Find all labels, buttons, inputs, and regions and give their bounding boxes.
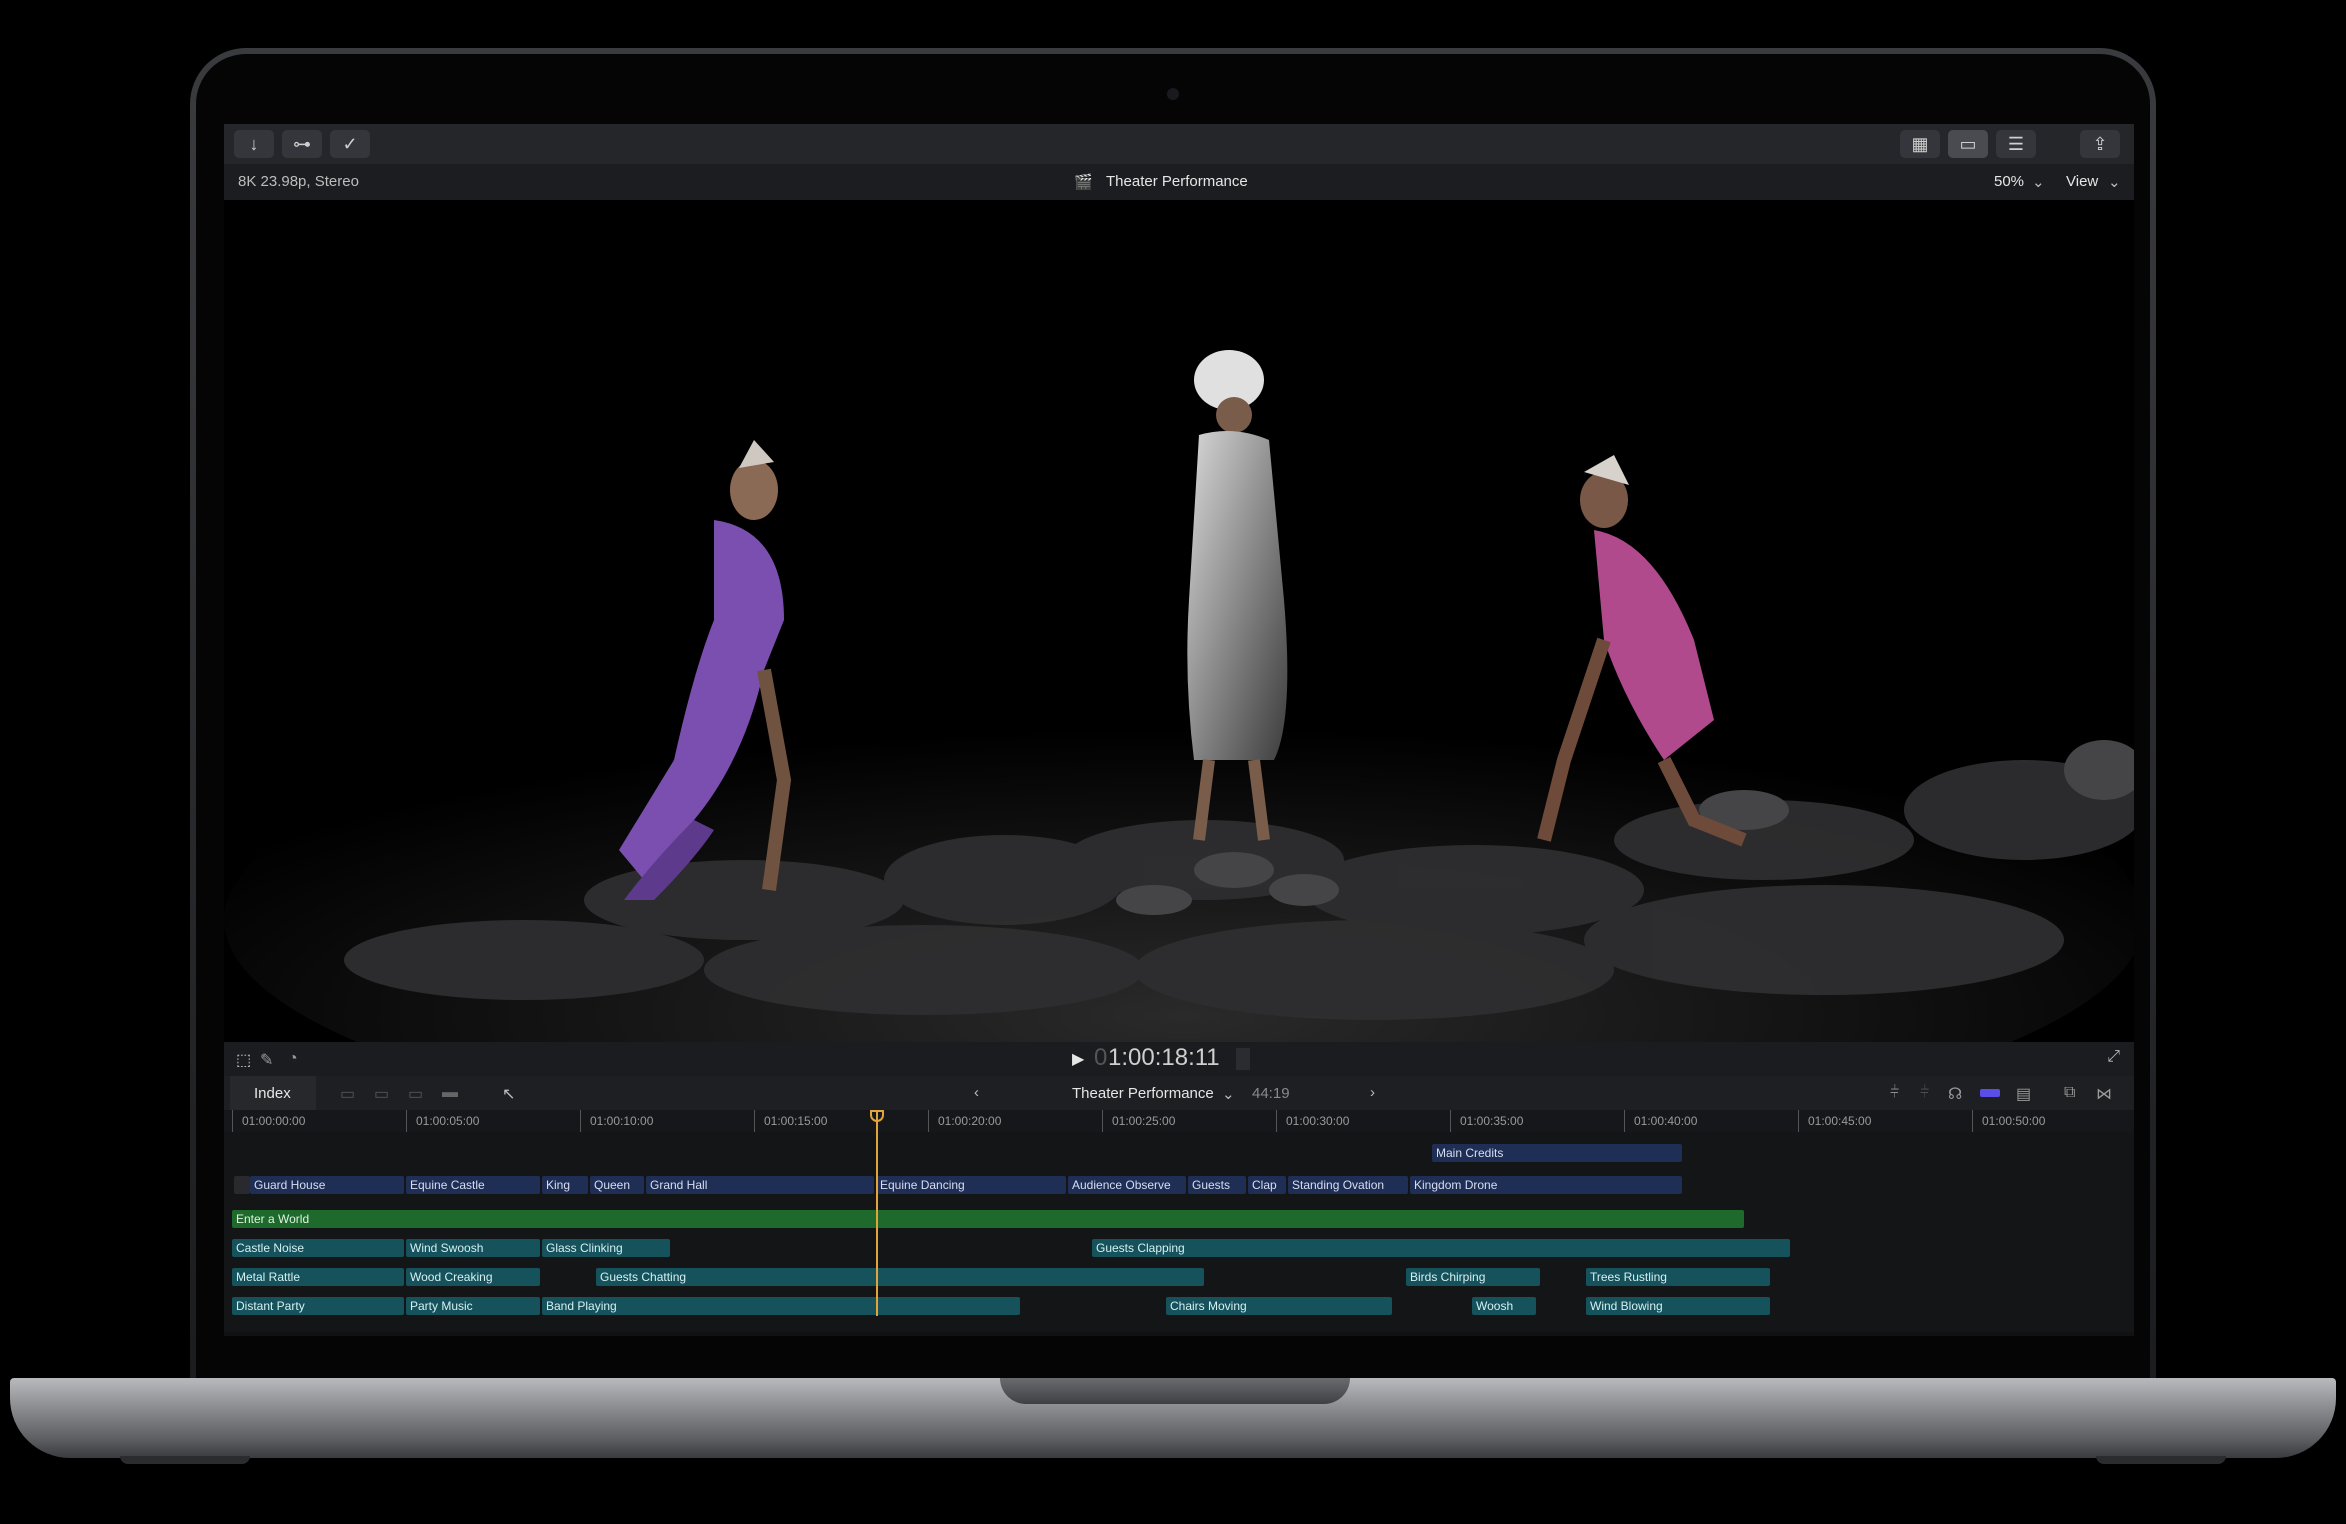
ruler-label: 01:00:20:00 [938, 1114, 1002, 1128]
chevron-down-icon: ⌄ [1222, 1086, 1235, 1103]
audio-skimming-icon[interactable]: ⫩ [1920, 1084, 1929, 1102]
snapping-icon[interactable] [1980, 1089, 2000, 1097]
final-cut-window: ↓ ⊶ ✓ ▦ ▭ ☰ ⇪ 8K 23.98p, Stereo 🎬 Theate… [224, 124, 2134, 1336]
audio-clip[interactable]: Distant Party [232, 1297, 404, 1315]
ruler-label: 01:00:10:00 [590, 1114, 654, 1128]
timeline-icon[interactable]: ▭ [1948, 130, 1988, 158]
forward-arrow-icon[interactable]: › [1370, 1084, 1375, 1101]
audio-clip[interactable]: Chairs Moving [1166, 1297, 1392, 1315]
timecode-prefix: 0 [1094, 1044, 1108, 1071]
ruler-label: 01:00:45:00 [1808, 1114, 1872, 1128]
back-arrow-icon[interactable]: ‹ [974, 1084, 979, 1101]
ruler-label: 01:00:40:00 [1634, 1114, 1698, 1128]
viewer-header: 8K 23.98p, Stereo 🎬 Theater Performance … [224, 164, 2134, 200]
video-clip-thumb[interactable] [234, 1176, 250, 1194]
video-viewer[interactable] [224, 200, 2134, 1042]
video-clip[interactable]: Guests [1188, 1176, 1246, 1194]
play-icon[interactable]: ▶ [1072, 1049, 1084, 1069]
browser-grid-icon[interactable]: ▦ [1900, 130, 1940, 158]
background-tasks-icon[interactable]: ✓ [330, 130, 370, 158]
retime-icon[interactable]: ◔ [288, 1050, 298, 1068]
share-icon[interactable]: ⇪ [2080, 130, 2120, 158]
append-clip-icon[interactable]: ▭ [408, 1084, 423, 1104]
timeline-tracks[interactable]: Main Credits Guard House Equine Castle K… [224, 1132, 2134, 1332]
audio-clip[interactable]: Wood Creaking [406, 1268, 540, 1286]
title-clip[interactable]: Main Credits [1432, 1144, 1682, 1162]
zoom-menu[interactable]: 50% [1994, 173, 2024, 190]
video-clip[interactable]: King [542, 1176, 588, 1194]
audio-clip[interactable]: Party Music [406, 1297, 540, 1315]
laptop-lid: ↓ ⊶ ✓ ▦ ▭ ☰ ⇪ 8K 23.98p, Stereo 🎬 Theate… [190, 48, 2156, 1388]
import-icon[interactable]: ↓ [234, 130, 274, 158]
ruler-label: 01:00:25:00 [1112, 1114, 1176, 1128]
timeline-toolbar: Index ▭ ▭ ▭ ▬ ↖ ‹ Theater Performance ⌄ … [224, 1076, 2134, 1110]
select-tool-icon[interactable]: ↖ [502, 1084, 515, 1104]
screen-bezel: ↓ ⊶ ✓ ▦ ▭ ☰ ⇪ 8K 23.98p, Stereo 🎬 Theate… [196, 54, 2150, 1388]
skimming-icon[interactable]: ⫩ [1890, 1084, 1899, 1102]
video-clip[interactable]: Audience Observe [1068, 1176, 1186, 1194]
timecode-display: 1:00:18:11 [1108, 1044, 1220, 1071]
audio-clip[interactable]: Wind Swoosh [406, 1239, 540, 1257]
audio-clip[interactable]: Wind Blowing [1586, 1297, 1770, 1315]
project-duration: 44:19 [1252, 1085, 1290, 1102]
clapper-icon: 🎬 [1074, 174, 1093, 191]
index-button[interactable]: Index [254, 1085, 291, 1102]
video-clip[interactable]: Clap [1248, 1176, 1286, 1194]
ruler-label: 01:00:15:00 [764, 1114, 828, 1128]
audio-clip[interactable]: Guests Clapping [1092, 1239, 1790, 1257]
audio-clip[interactable]: Metal Rattle [232, 1268, 404, 1286]
keyword-icon[interactable]: ⊶ [282, 130, 322, 158]
audio-clip[interactable]: Trees Rustling [1586, 1268, 1770, 1286]
timeline-project-name[interactable]: Theater Performance [1072, 1085, 1214, 1102]
chevron-down-icon: ⌄ [2032, 174, 2045, 191]
overwrite-clip-icon[interactable]: ▬ [442, 1084, 458, 1102]
ruler-label: 01:00:35:00 [1460, 1114, 1524, 1128]
view-menu[interactable]: View [2066, 173, 2098, 190]
audio-clip[interactable]: Castle Noise [232, 1239, 404, 1257]
transitions-browser-icon[interactable]: ⋈ [2096, 1084, 2112, 1104]
video-clip[interactable]: Standing Ovation [1288, 1176, 1408, 1194]
laptop-foot [2096, 1456, 2226, 1464]
video-clip[interactable]: Kingdom Drone [1410, 1176, 1682, 1194]
viewer-controls: ⬚ ✎ ◔ ▶ 0 1:00:18:11 ⤢ [224, 1042, 2134, 1076]
audio-clip[interactable]: Woosh [1472, 1297, 1536, 1315]
playhead[interactable] [876, 1110, 878, 1316]
insert-clip-icon[interactable]: ▭ [374, 1084, 389, 1104]
inspector-icon[interactable]: ☰ [1996, 130, 2036, 158]
laptop-foot [120, 1456, 250, 1464]
project-title: Theater Performance [1106, 173, 1248, 190]
fullscreen-icon[interactable]: ⤢ [2107, 1048, 2120, 1066]
audio-clip[interactable]: Birds Chirping [1406, 1268, 1540, 1286]
audio-clip[interactable]: Glass Clinking [542, 1239, 670, 1257]
enhance-wand-icon[interactable]: ✎ [260, 1050, 273, 1070]
video-clip[interactable]: Equine Dancing [876, 1176, 1066, 1194]
audio-clip[interactable]: Guests Chatting [596, 1268, 1204, 1286]
video-clip[interactable]: Queen [590, 1176, 644, 1194]
video-clip[interactable]: Equine Castle [406, 1176, 540, 1194]
chevron-down-icon: ⌄ [2108, 174, 2121, 191]
video-clip[interactable]: Guard House [250, 1176, 404, 1194]
audio-clip[interactable]: Band Playing [542, 1297, 1020, 1315]
ruler-label: 01:00:50:00 [1982, 1114, 2046, 1128]
music-clip[interactable]: Enter a World [232, 1210, 1744, 1228]
audio-meter [1236, 1048, 1250, 1070]
app-toolbar: ↓ ⊶ ✓ ▦ ▭ ☰ ⇪ [224, 124, 2134, 164]
camera [1167, 88, 1179, 100]
video-clip[interactable]: Grand Hall [646, 1176, 874, 1194]
effects-browser-icon[interactable]: ⧉ [2064, 1084, 2075, 1102]
format-info: 8K 23.98p, Stereo [238, 173, 359, 190]
ruler-label: 01:00:30:00 [1286, 1114, 1350, 1128]
theater-performance-frame [224, 200, 2134, 1042]
laptop-opening-notch [1000, 1378, 1350, 1404]
solo-headphones-icon[interactable]: ☊ [1948, 1084, 1962, 1104]
clip-appearance-icon[interactable]: ▤ [2016, 1084, 2031, 1104]
ruler-label: 01:00:05:00 [416, 1114, 480, 1128]
timeline-ruler[interactable]: 01:00:00:00 01:00:05:00 01:00:10:00 01:0… [224, 1110, 2134, 1132]
connect-clip-icon[interactable]: ▭ [340, 1084, 355, 1104]
transform-icon[interactable]: ⬚ [236, 1050, 251, 1070]
ruler-label: 01:00:00:00 [242, 1114, 306, 1128]
